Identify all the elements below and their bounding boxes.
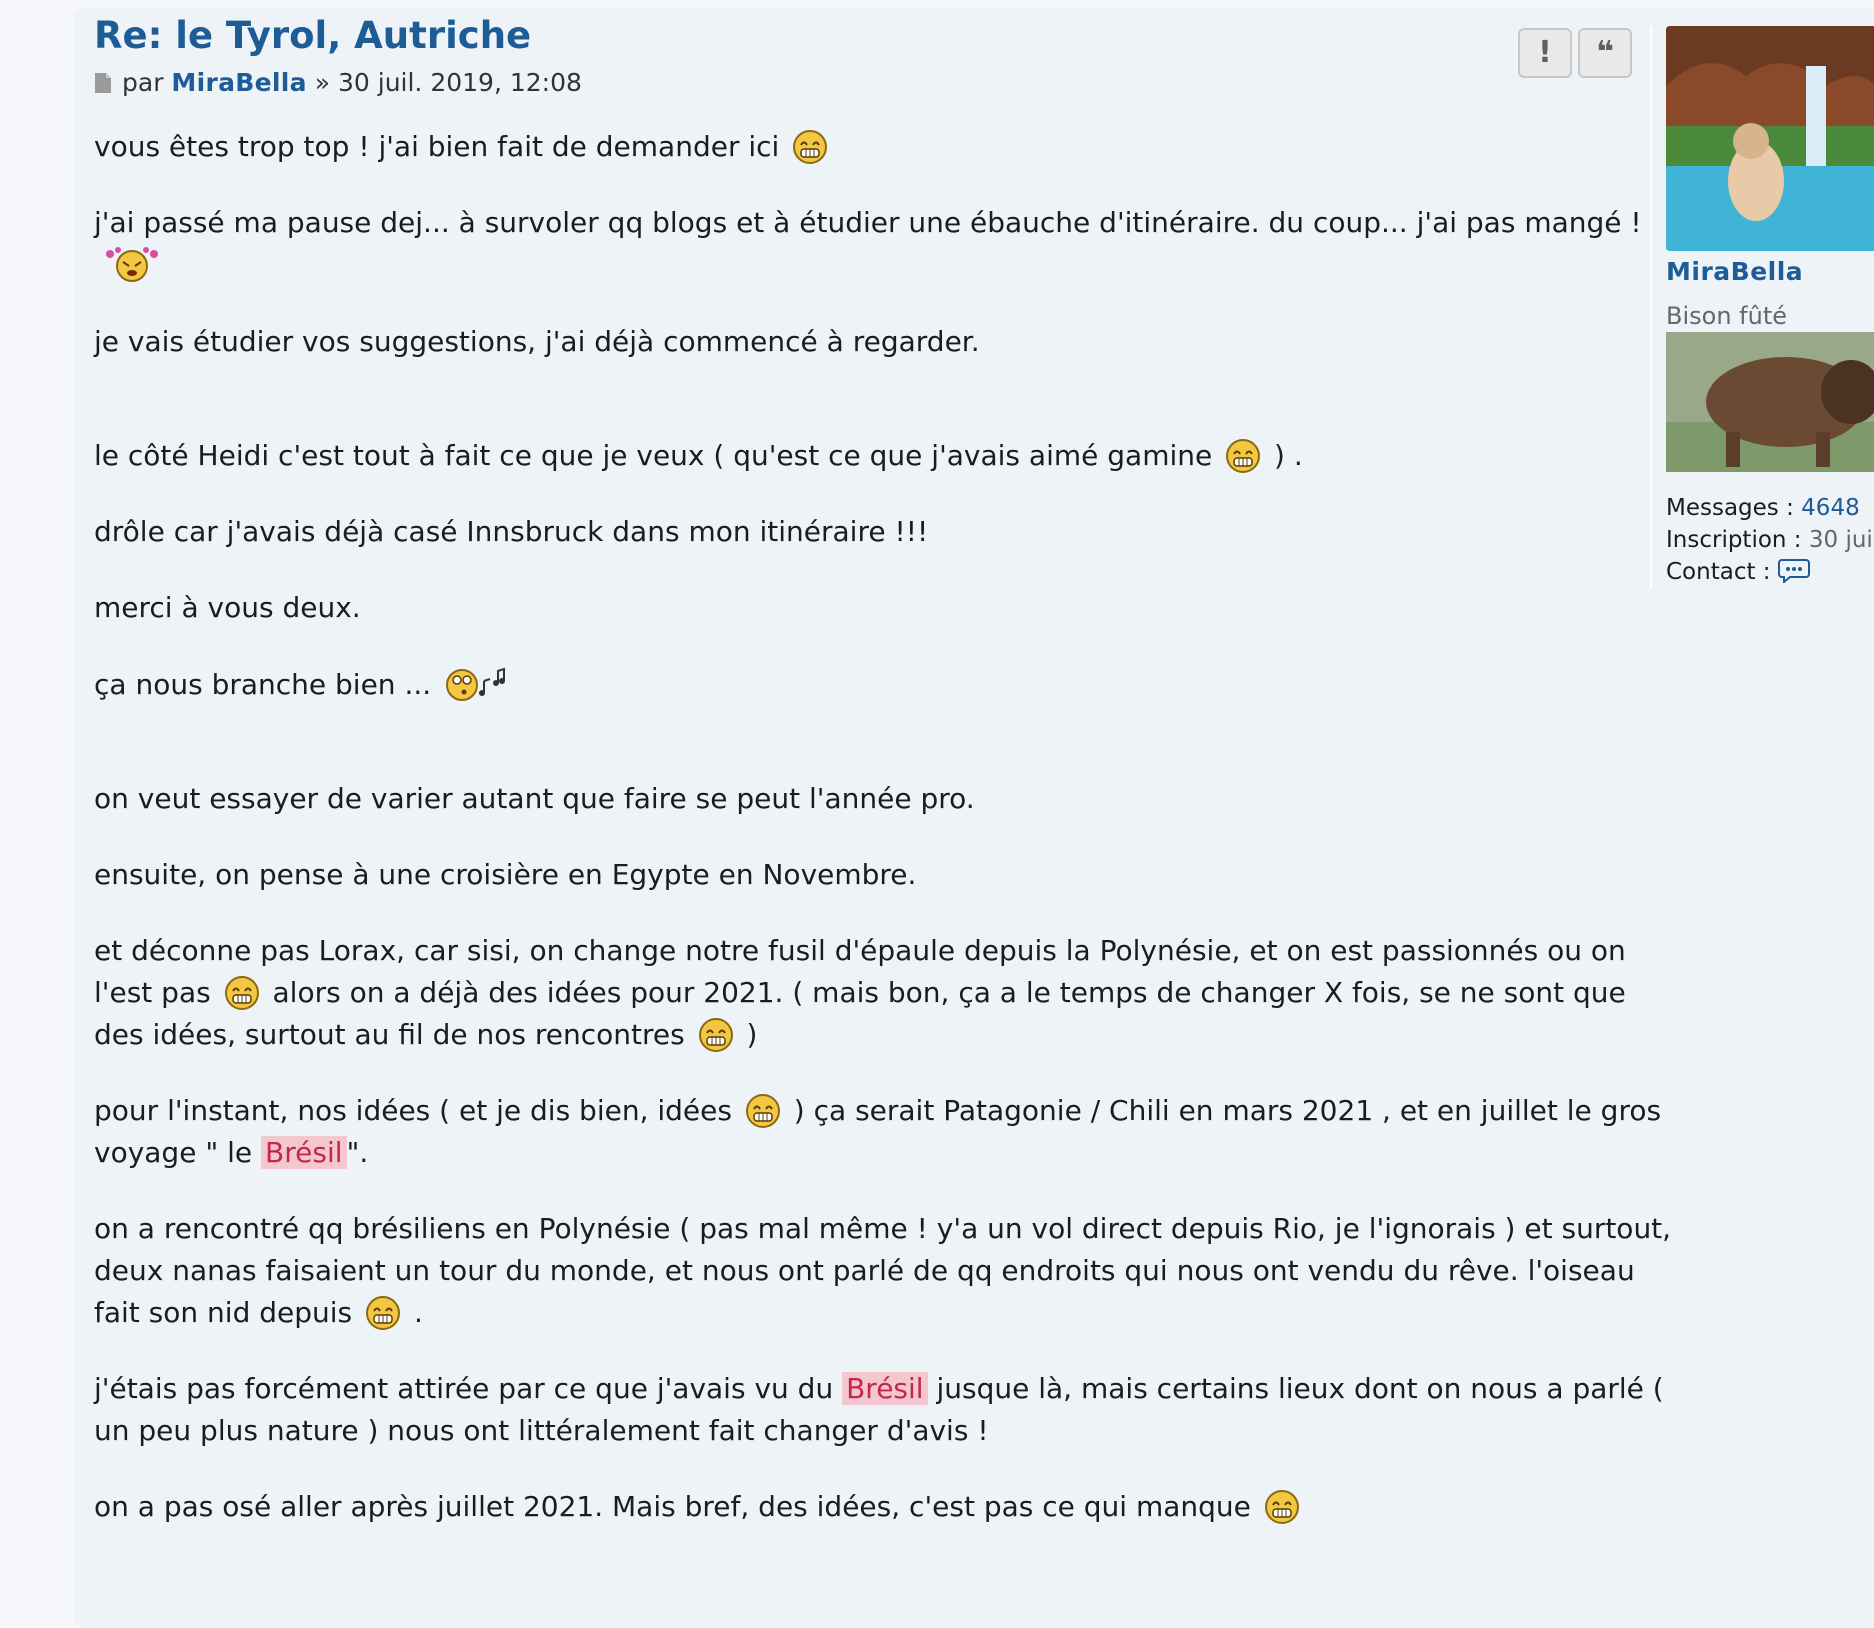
paragraph-text: merci à vous deux. [94,591,361,624]
paragraph-text: je vais étudier vos suggestions, j'ai dé… [94,325,980,358]
post-paragraph: merci à vous deux. [94,587,1684,629]
paragraph-text: drôle car j'avais déjà casé Innsbruck da… [94,515,929,548]
paragraph-text: alors on a déjà des idées pour 2021. ( m… [94,976,1626,1051]
post-date: » 30 juil. 2019, 12:08 [314,68,582,97]
post-paragraph: j'ai passé ma pause dej... à survoler qq… [94,202,1684,287]
post-paragraph: pour l'instant, nos idées ( et je dis bi… [94,1090,1684,1174]
post-paragraph: on veut essayer de varier autant que fai… [94,778,1684,820]
post-author-line: par MiraBella » 30 juil. 2019, 12:08 [94,68,582,100]
post-buttons: ! ❝ [1512,28,1632,78]
paragraph-text: on a rencontré qq brésiliens en Polynési… [94,1212,1672,1329]
search-highlight: Brésil [842,1372,928,1405]
messages-row: Messages : 4648 [1666,492,1874,524]
paragraph-text: on veut essayer de varier autant que fai… [94,782,975,815]
inscription-row: Inscription : 30 jui [1666,524,1874,556]
messages-count-link[interactable]: 4648 [1801,495,1860,521]
whistle-smiley-icon [446,667,506,701]
paragraph-text: ensuite, on pense à une croisière en Egy… [94,858,917,891]
post-paragraph: j'étais pas forcément attirée par ce que… [94,1368,1684,1452]
paragraph-text: le côté Heidi c'est tout à fait ce que j… [94,439,1213,472]
post-paragraph: on a rencontré qq brésiliens en Polynési… [94,1208,1684,1334]
paragraph-text: j'ai passé ma pause dej... à survoler qq… [94,206,1642,239]
post-paragraph: ça nous branche bien ... [94,663,1684,706]
post-paragraph: vous êtes trop top ! j'ai bien fait de d… [94,126,1684,168]
contact-label: Contact : [1666,559,1771,585]
post-paragraph: le côté Heidi c'est tout à fait ce que j… [94,435,1684,477]
quote-icon: ❝ [1596,35,1614,70]
post-paragraph: et déconne pas Lorax, car sisi, on chang… [94,930,1684,1056]
paragraph-text: . [413,1296,423,1329]
dizzy-smiley-icon [106,247,158,282]
profile-rank: Bison fûté [1666,302,1787,330]
report-button[interactable]: ! [1518,28,1572,78]
author-link[interactable]: MiraBella [171,68,306,97]
paragraph-text: ". [346,1136,369,1169]
profile-stats: Messages : 4648 Inscription : 30 jui Con… [1666,492,1874,588]
grin-smiley-icon [224,975,260,1011]
grin-smiley-icon [365,1295,401,1331]
paragraph-text: j'étais pas forcément attirée par ce que… [94,1372,834,1405]
grin-smiley-icon [1225,438,1261,474]
inscription-label: Inscription : [1666,527,1802,553]
rank-image [1666,332,1874,472]
paragraph-text: on a pas osé aller après juillet 2021. M… [94,1490,1251,1523]
report-icon: ! [1538,35,1552,70]
paragraph-text: pour l'instant, nos idées ( et je dis bi… [94,1094,732,1127]
grin-smiley-icon [792,129,828,165]
by-label: par [122,68,164,97]
quote-button[interactable]: ❝ [1578,28,1632,78]
chat-bubble-icon[interactable] [1777,557,1810,585]
post-content: vous êtes trop top ! j'ai bien fait de d… [94,126,1684,1562]
inscription-date: 30 jui [1808,527,1873,553]
post-paragraph: drôle car j'avais déjà casé Innsbruck da… [94,511,1684,553]
post-profile: MiraBella Bison fûté Messages : 4648 Ins… [1650,26,1874,588]
paragraph-text: vous êtes trop top ! j'ai bien fait de d… [94,130,780,163]
paragraph-text: ça nous branche bien ... [94,668,432,701]
messages-label: Messages : [1666,495,1794,521]
post-file-icon[interactable] [94,71,112,100]
grin-smiley-icon [698,1017,734,1053]
profile-username[interactable]: MiraBella [1666,257,1874,286]
search-highlight: Brésil [261,1136,347,1169]
post-paragraph: on a pas osé aller après juillet 2021. M… [94,1486,1684,1528]
user-avatar[interactable] [1666,26,1874,251]
paragraph-text: ) [746,1018,758,1051]
post-title[interactable]: Re: le Tyrol, Autriche [94,14,531,57]
grin-smiley-icon [745,1093,781,1129]
contact-row: Contact : [1666,556,1874,588]
paragraph-text: ) . [1274,439,1303,472]
forum-post: Re: le Tyrol, Autriche par MiraBella » 3… [74,8,1874,1628]
post-paragraph: je vais étudier vos suggestions, j'ai dé… [94,321,1684,363]
post-paragraph: ensuite, on pense à une croisière en Egy… [94,854,1684,896]
grin-smiley-icon [1264,1489,1300,1525]
